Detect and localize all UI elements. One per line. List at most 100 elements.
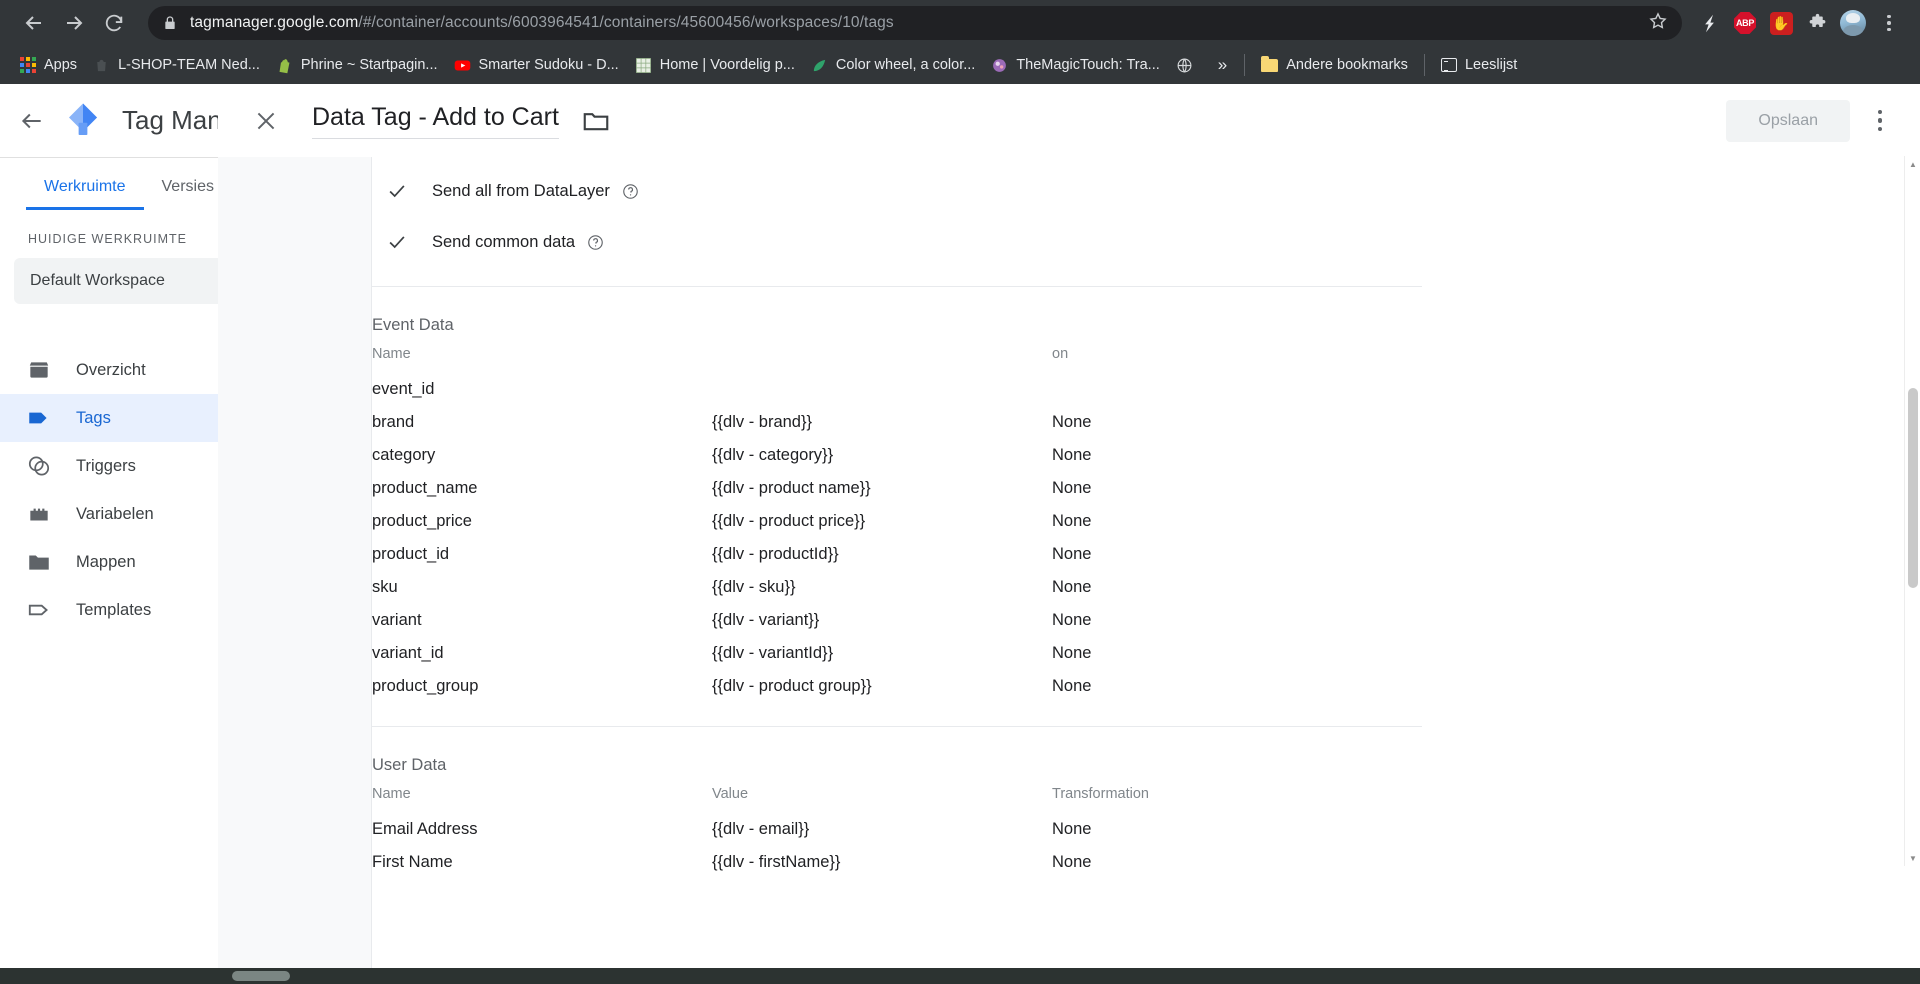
ghostery-icon[interactable] <box>1692 6 1726 40</box>
ublock-icon[interactable]: ✋ <box>1764 6 1798 40</box>
puzzle-extensions-icon[interactable] <box>1800 6 1834 40</box>
bookmark-themagictouch[interactable]: TheMagicTouch: Tra... <box>984 53 1166 78</box>
vertical-scrollbar[interactable]: ▲ ▼ <box>1904 156 1920 866</box>
cell-transformation: None <box>1052 578 1092 596</box>
tag-name-input[interactable]: Data Tag - Add to Cart <box>312 103 559 139</box>
sidebar-item-label: Tags <box>76 408 111 427</box>
help-icon[interactable] <box>622 183 639 200</box>
cell-value: {{dlv - email}} <box>712 820 810 838</box>
table-row[interactable]: variant {{dlv - variant}} None <box>372 605 1422 638</box>
cell-transformation <box>1052 374 1422 407</box>
table-row[interactable]: variant_id {{dlv - variantId}} None <box>372 638 1422 671</box>
globe-icon <box>1177 58 1192 72</box>
user-data-table: Name Value Transformation Email Address … <box>372 786 1422 880</box>
cell-transformation: None <box>1052 820 1092 838</box>
table-row[interactable]: category {{dlv - category}} None <box>372 440 1422 473</box>
tab-werkruimte[interactable]: Werkruimte <box>26 178 144 210</box>
bookmark-apps[interactable]: Apps <box>12 53 84 78</box>
column-header-transformation: on <box>1052 346 1069 362</box>
bookmarks-divider-2 <box>1423 54 1425 76</box>
cell-value: {{dlv - sku}} <box>712 578 796 596</box>
table-row[interactable]: sku {{dlv - sku}} None <box>372 572 1422 605</box>
other-bookmarks-folder[interactable]: Andere bookmarks <box>1254 53 1415 77</box>
reading-list-button[interactable]: Leeslijst <box>1434 53 1524 77</box>
cell-name: category <box>372 446 436 464</box>
checkbox-send-common-data[interactable]: Send common data <box>372 223 1604 261</box>
forward-arrow-icon[interactable] <box>54 3 94 43</box>
workspace-selector[interactable]: Default Workspace <box>14 258 246 304</box>
dialog-actions: Opslaan <box>1726 99 1902 143</box>
help-icon[interactable] <box>587 234 604 251</box>
bookmark-globe[interactable] <box>1169 53 1208 78</box>
bookmark-star-icon[interactable] <box>1648 11 1668 36</box>
tag-manager-logo <box>69 103 97 135</box>
chrome-menu-icon[interactable] <box>1872 6 1906 40</box>
preview-header-value: {{Preview header}} <box>372 157 1604 159</box>
reading-list-label: Leeslijst <box>1464 57 1518 73</box>
bookmark-home-voordelig[interactable]: Home | Voordelig p... <box>628 53 802 78</box>
bookmark-color-wheel[interactable]: Color wheel, a color... <box>804 53 982 78</box>
abp-extension-icon[interactable]: ABP <box>1728 6 1762 40</box>
table-row[interactable]: product_name {{dlv - product name}} None <box>372 473 1422 506</box>
sidebar-item-label: Mappen <box>76 552 136 571</box>
cell-value: {{dlv - product name}} <box>712 479 871 497</box>
dialog-header: Data Tag - Add to Cart Opslaan <box>218 84 1920 157</box>
tag-edit-dialog: Data Tag - Add to Cart Opslaan {{Preview… <box>218 84 1920 984</box>
close-icon[interactable] <box>242 97 290 145</box>
horizontal-scrollbar-thumb[interactable] <box>232 971 290 981</box>
bookmarks-overflow-chevron[interactable]: » <box>1210 55 1235 75</box>
profile-avatar[interactable] <box>1836 6 1870 40</box>
cell-transformation: None <box>1052 644 1092 662</box>
bookmark-lshopteam[interactable]: L-SHOP-TEAM Ned... <box>86 53 267 78</box>
lock-icon <box>165 16 175 29</box>
bookmark-smarter-sudoku[interactable]: Smarter Sudoku - D... <box>447 53 626 78</box>
colorwheel-icon <box>993 58 1007 72</box>
cell-transformation: None <box>1052 479 1092 497</box>
table-header-row: Name Value Transformation <box>372 786 1422 814</box>
bookmark-label: L-SHOP-TEAM Ned... <box>118 57 260 73</box>
bookmark-phrine[interactable]: Phrine ~ Startpagin... <box>269 53 445 78</box>
section-title-user-data: User Data <box>372 756 447 774</box>
dialog-title-group: Data Tag - Add to Cart <box>312 103 611 139</box>
dialog-scroll-area[interactable]: {{Preview header}} Send all from DataLay… <box>372 157 1920 984</box>
cell-name: product_name <box>372 479 478 497</box>
table-row[interactable]: product_price {{dlv - product price}} No… <box>372 506 1422 539</box>
sidebar-item-label: Overzicht <box>76 360 146 379</box>
back-arrow-icon[interactable] <box>14 3 54 43</box>
save-button[interactable]: Opslaan <box>1726 99 1850 142</box>
vertical-scrollbar-thumb[interactable] <box>1908 388 1918 588</box>
browser-toolbar: tagmanager.google.com/#/container/accoun… <box>0 0 1920 46</box>
section-title-event-data: Event Data <box>372 316 454 334</box>
workspace-name: Default Workspace <box>30 272 165 289</box>
move-to-folder-icon[interactable] <box>581 106 611 136</box>
folder-icon <box>29 555 49 570</box>
overview-icon <box>29 362 49 378</box>
scroll-down-arrow-icon[interactable]: ▼ <box>1905 850 1920 866</box>
cell-transformation: None <box>1052 512 1092 530</box>
apps-grid-icon <box>19 57 36 74</box>
more-options-icon[interactable] <box>1858 99 1902 143</box>
cell-transformation: None <box>1052 677 1092 695</box>
horizontal-scrollbar[interactable] <box>0 968 1920 984</box>
gtm-back-arrow-icon[interactable] <box>8 97 56 145</box>
table-row[interactable]: Email Address {{dlv - email}} None <box>372 814 1422 847</box>
cell-name: variant_id <box>372 644 444 662</box>
tag-icon <box>29 412 47 424</box>
cell-value: {{dlv - product price}} <box>712 512 866 530</box>
checkbox-send-all-from-datalayer[interactable]: Send all from DataLayer <box>372 172 1604 210</box>
table-row[interactable]: First Name {{dlv - firstName}} None <box>372 847 1422 880</box>
cell-transformation: None <box>1052 545 1092 563</box>
scroll-up-arrow-icon[interactable]: ▲ <box>1905 156 1920 172</box>
cell-transformation: None <box>1052 413 1092 431</box>
cell-value: {{dlv - brand}} <box>712 413 812 431</box>
cell-name: product_group <box>372 677 479 695</box>
table-row[interactable]: brand {{dlv - brand}} None <box>372 407 1422 440</box>
table-row[interactable]: product_id {{dlv - productId}} None <box>372 539 1422 572</box>
table-row[interactable]: product_group {{dlv - product group}} No… <box>372 671 1422 704</box>
table-row[interactable]: event_id <box>372 374 1422 407</box>
address-bar[interactable]: tagmanager.google.com/#/container/accoun… <box>148 6 1682 40</box>
reload-icon[interactable] <box>94 3 134 43</box>
dialog-body: {{Preview header}} Send all from DataLay… <box>218 157 1920 984</box>
cell-name: sku <box>372 578 398 596</box>
cell-name: brand <box>372 413 415 431</box>
